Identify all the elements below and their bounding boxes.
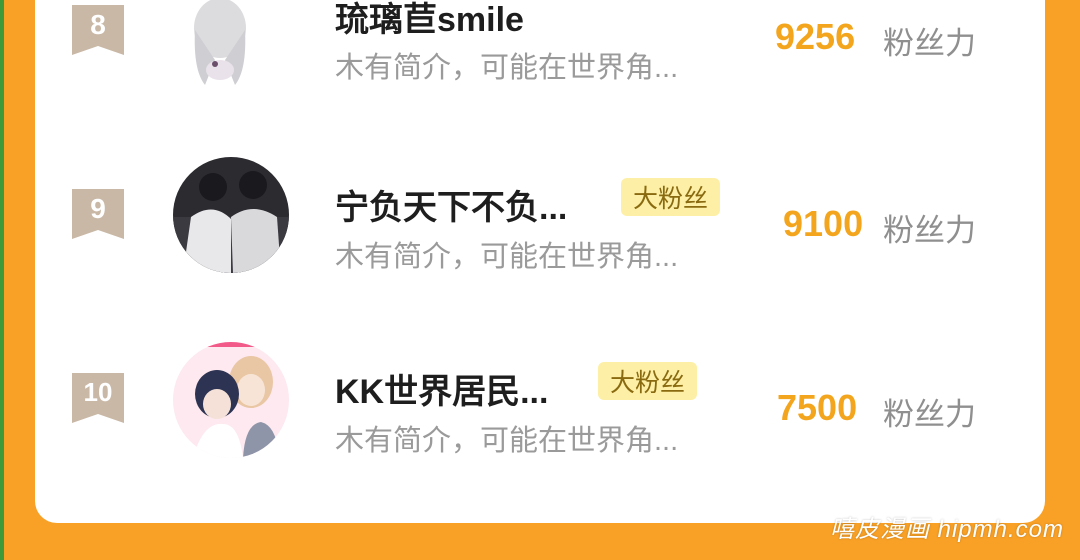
user-name[interactable]: 琉璃苣smile — [335, 0, 524, 41]
big-fan-badge: 大粉丝 — [598, 362, 698, 400]
fan-power-score: 9256 — [775, 16, 856, 57]
fan-power-unit: 粉丝力 — [883, 397, 976, 432]
user-name[interactable]: 宁负天下不负... — [335, 180, 567, 229]
fan-power-score: 7500 — [777, 387, 858, 428]
avatar[interactable] — [173, 157, 289, 273]
site-watermark: 嘻皮漫画 hipmh.com — [829, 516, 1064, 543]
big-fan-badge: 大粉丝 — [621, 178, 721, 216]
rank-badge: 10 — [72, 373, 124, 423]
avatar[interactable] — [173, 342, 289, 458]
user-name[interactable]: KK世界居民... — [335, 364, 548, 413]
user-bio: 木有简介，可能在世界角... — [335, 241, 679, 273]
rank-badge: 8 — [72, 5, 124, 55]
ranking-row[interactable]: 10 KK世界居民... 大粉丝 木有简介，可能在世界角... 7500 粉丝力 — [35, 330, 1045, 460]
user-bio: 木有简介，可能在世界角... — [335, 52, 679, 84]
avatar[interactable] — [175, 0, 265, 90]
ranking-row[interactable]: 8 琉璃苣smile 木有简介，可能在世界角... 9256 粉丝力 — [35, 0, 1045, 90]
left-edge-strip — [0, 0, 4, 560]
user-bio: 木有简介，可能在世界角... — [335, 425, 679, 457]
rank-badge: 9 — [72, 189, 124, 239]
fan-power-unit: 粉丝力 — [883, 213, 976, 248]
fan-power-score: 9100 — [783, 203, 864, 244]
ranking-row[interactable]: 9 宁负天下不负... 大粉丝 木有简介，可能在世界角... 9100 粉丝力 — [35, 145, 1045, 275]
fan-power-unit: 粉丝力 — [883, 26, 976, 61]
fan-ranking-card: 8 琉璃苣smile 木有简介，可能在世界角... 9256 粉丝力 9 宁负天… — [35, 0, 1045, 523]
